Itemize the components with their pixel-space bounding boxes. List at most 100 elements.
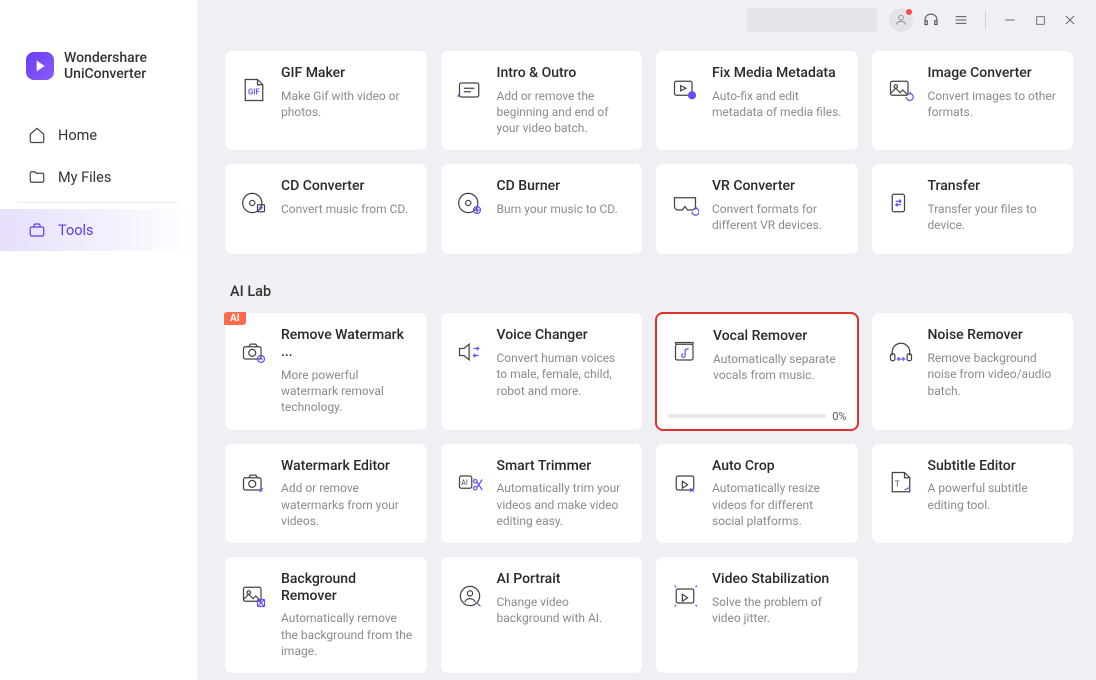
card-desc: Convert music from CD. (281, 201, 413, 217)
main-content: GIF GIF Maker Make Gif with video or pho… (198, 40, 1096, 680)
sidebar-nav: Home My Files Tools (0, 110, 197, 251)
text-frame-icon (455, 75, 485, 105)
speaker-swap-icon (455, 337, 485, 367)
card-desc: Remove background noise from video/audio… (928, 350, 1060, 399)
card-voice-changer[interactable]: Voice Changer Convert human voices to ma… (440, 312, 644, 430)
tools-grid-row1: GIF GIF Maker Make Gif with video or pho… (224, 50, 1074, 255)
card-desc: Burn your music to CD. (497, 201, 629, 217)
crop-icon (670, 468, 700, 498)
card-video-stabilization[interactable]: Video Stabilization Solve the problem of… (655, 556, 859, 674)
card-desc: Add or remove the beginning and end of y… (497, 88, 629, 137)
card-auto-crop[interactable]: Auto Crop Automatically resize videos fo… (655, 443, 859, 544)
sidebar: Wondershare UniConverter Home My Files T… (0, 0, 198, 680)
titlebar-placeholder (747, 8, 877, 32)
sidebar-item-home[interactable]: Home (0, 114, 197, 156)
card-vocal-remover[interactable]: Vocal Remover Automatically separate voc… (655, 312, 859, 430)
brand-logo: Wondershare UniConverter (0, 40, 197, 110)
card-title: Watermark Editor (281, 458, 413, 475)
card-transfer[interactable]: Transfer Transfer your files to device. (871, 163, 1075, 255)
vocal-progress: 0% (667, 410, 847, 423)
minimize-button[interactable] (998, 8, 1022, 32)
sidebar-item-label: Tools (58, 222, 94, 239)
card-ai-portrait[interactable]: AI Portrait Change video background with… (440, 556, 644, 674)
card-title: CD Burner (497, 178, 629, 195)
subtitle-icon: T (886, 468, 916, 498)
scissor-ai-icon: AI (455, 468, 485, 498)
card-subtitle-editor[interactable]: T Subtitle Editor A powerful subtitle ed… (871, 443, 1075, 544)
card-desc: Solve the problem of video jitter. (712, 594, 844, 626)
titlebar (0, 0, 1096, 40)
sidebar-item-myfiles[interactable]: My Files (0, 156, 197, 198)
portrait-icon (455, 581, 485, 611)
card-title: CD Converter (281, 178, 413, 195)
progress-label: 0% (832, 410, 846, 423)
camera-edit-icon (239, 468, 269, 498)
ai-badge: AI (224, 312, 246, 325)
notification-dot-icon (906, 9, 912, 15)
stabilize-icon (670, 581, 700, 611)
card-smart-trimmer[interactable]: AI Smart Trimmer Automatically trim your… (440, 443, 644, 544)
card-intro-outro[interactable]: Intro & Outro Add or remove the beginnin… (440, 50, 644, 151)
vr-icon (670, 188, 700, 218)
hamburger-menu-icon[interactable] (949, 8, 973, 32)
brand-line1: Wondershare (64, 50, 147, 66)
user-avatar-icon[interactable] (889, 8, 913, 32)
brand-line2: UniConverter (64, 66, 147, 82)
card-title: Transfer (928, 178, 1060, 195)
card-title: Vocal Remover (713, 328, 843, 345)
card-desc: Convert images to other formats. (928, 88, 1060, 120)
card-title: AI Portrait (497, 571, 629, 588)
card-cd-converter[interactable]: CD Converter Convert music from CD. (224, 163, 428, 255)
card-desc: Change video background with AI. (497, 594, 629, 626)
sidebar-item-label: Home (58, 127, 97, 144)
card-fix-metadata[interactable]: Fix Media Metadata Auto-fix and edit met… (655, 50, 859, 151)
sidebar-item-label: My Files (58, 169, 111, 186)
image-convert-icon (886, 75, 916, 105)
card-desc: More powerful watermark removal technolo… (281, 367, 413, 416)
play-tag-icon (670, 75, 700, 105)
sidebar-item-tools[interactable]: Tools (0, 209, 197, 251)
titlebar-separator (985, 10, 986, 30)
close-button[interactable] (1058, 8, 1082, 32)
progress-bar (667, 414, 826, 418)
card-gif-maker[interactable]: GIF GIF Maker Make Gif with video or pho… (224, 50, 428, 151)
nav-divider (18, 202, 179, 203)
card-image-converter[interactable]: Image Converter Convert images to other … (871, 50, 1075, 151)
card-desc: Automatically remove the background from… (281, 610, 413, 659)
card-title: Noise Remover (928, 327, 1060, 344)
transfer-icon (886, 188, 916, 218)
headphones-icon (886, 337, 916, 367)
card-background-remover[interactable]: Background Remover Automatically remove … (224, 556, 428, 674)
card-title: Intro & Outro (497, 65, 629, 82)
card-desc: Make Gif with video or photos. (281, 88, 413, 120)
card-vr-converter[interactable]: VR Converter Convert formats for differe… (655, 163, 859, 255)
card-title: Subtitle Editor (928, 458, 1060, 475)
card-title: Background Remover (281, 571, 413, 605)
card-noise-remover[interactable]: Noise Remover Remove background noise fr… (871, 312, 1075, 430)
card-title: Fix Media Metadata (712, 65, 844, 82)
card-title: GIF Maker (281, 65, 413, 82)
card-title: Image Converter (928, 65, 1060, 82)
section-title-ailab: AI Lab (230, 283, 1074, 300)
card-title: VR Converter (712, 178, 844, 195)
card-desc: Automatically separate vocals from music… (713, 351, 843, 383)
card-cd-burner[interactable]: CD Burner Burn your music to CD. (440, 163, 644, 255)
headset-icon[interactable] (919, 8, 943, 32)
svg-text:AI: AI (461, 478, 468, 486)
card-watermark-editor[interactable]: Watermark Editor Add or remove watermark… (224, 443, 428, 544)
card-title: Video Stabilization (712, 571, 844, 588)
card-title: Auto Crop (712, 458, 844, 475)
card-desc: A powerful subtitle editing tool. (928, 480, 1060, 512)
app-logo-icon (26, 52, 54, 80)
cd-up-icon (239, 188, 269, 218)
card-desc: Automatically trim your videos and make … (497, 480, 629, 529)
svg-text:GIF: GIF (248, 87, 261, 96)
card-remove-watermark[interactable]: AI Remove Watermark ... More powerful wa… (224, 312, 428, 430)
card-desc: Convert formats for different VR devices… (712, 201, 844, 233)
maximize-button[interactable] (1028, 8, 1052, 32)
tools-grid-ailab: AI Remove Watermark ... More powerful wa… (224, 312, 1074, 674)
bg-remove-icon (239, 581, 269, 611)
brand-text: Wondershare UniConverter (64, 50, 147, 82)
camera-remove-icon (239, 337, 269, 367)
card-title: Remove Watermark ... (281, 327, 413, 361)
